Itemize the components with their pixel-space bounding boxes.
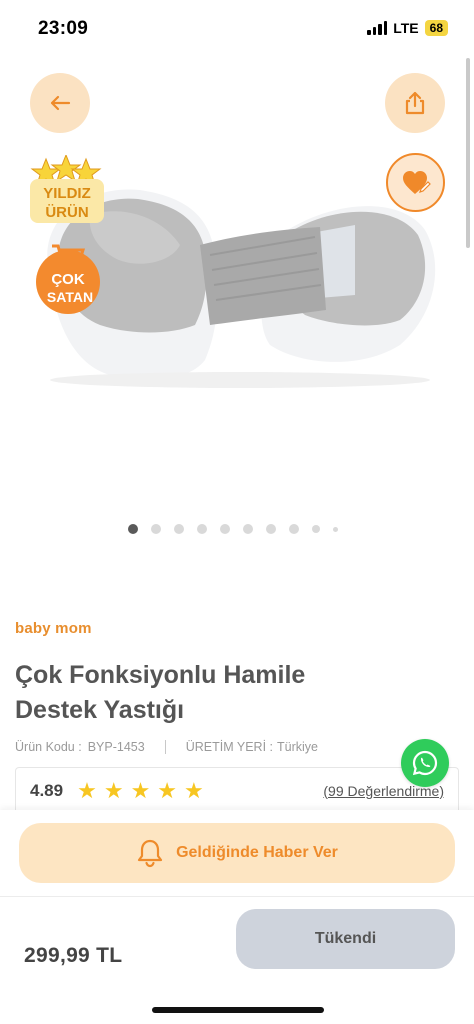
product-title: Çok Fonksiyonlu Hamile Destek Yastığı xyxy=(15,661,306,724)
home-indicator[interactable] xyxy=(152,1007,324,1013)
yildiz-urun-badge: YILDIZ ÜRÜN xyxy=(28,153,106,227)
price: 299,99 TL xyxy=(24,944,123,967)
carousel-dot[interactable] xyxy=(151,524,161,534)
product-code-label: Ürün Kodu : xyxy=(15,740,82,754)
sold-out-label: Tükendi xyxy=(314,930,377,947)
status-time: 23:09 xyxy=(38,18,89,39)
cok-satan-badge: ÇOK SATAN xyxy=(30,240,110,316)
back-button[interactable] xyxy=(30,73,90,133)
signal-icon xyxy=(367,21,388,35)
badge-star-line1: YILDIZ xyxy=(43,185,91,202)
star-icon: ★ xyxy=(77,777,97,803)
badge-star-line2: ÜRÜN xyxy=(45,204,88,221)
carousel-dot[interactable] xyxy=(220,524,230,534)
carousel-dot[interactable] xyxy=(266,524,276,534)
carousel-dot[interactable] xyxy=(243,524,253,534)
whatsapp-button[interactable] xyxy=(401,739,449,787)
bottom-action-panel: Geldiğinde Haber Ver 299,99 TL Tükendi xyxy=(0,810,474,1024)
battery-icon: 68 xyxy=(424,20,448,36)
badge-cok-line2: SATAN xyxy=(47,289,93,305)
origin-label: ÜRETİM YERİ : xyxy=(185,740,273,754)
star-icon: ★ xyxy=(130,777,151,803)
star-icon: ★ xyxy=(184,777,204,803)
heart-edit-icon xyxy=(402,170,431,194)
notify-when-available-button[interactable]: Geldiğinde Haber Ver xyxy=(19,823,455,883)
sold-out-button[interactable]: Tükendi xyxy=(236,909,455,969)
status-indicators: LTE 68 xyxy=(367,20,448,36)
star-icon: ★ xyxy=(103,777,124,803)
badge-cok-line1: ÇOK xyxy=(51,271,85,288)
share-icon xyxy=(405,91,425,115)
origin-value: Türkiye xyxy=(276,740,318,754)
meta-divider xyxy=(164,740,166,754)
carousel-dot[interactable] xyxy=(289,524,299,534)
scroll-indicator xyxy=(466,58,470,248)
share-button[interactable] xyxy=(385,73,445,133)
favorite-button[interactable] xyxy=(386,153,445,212)
carousel-dot[interactable] xyxy=(312,525,320,533)
brand-link[interactable]: baby mom xyxy=(15,620,92,637)
whatsapp-icon xyxy=(412,750,438,776)
arrow-left-icon xyxy=(50,95,71,111)
carousel-dot[interactable] xyxy=(174,524,184,534)
star-icon: ★ xyxy=(157,777,178,803)
carousel-dots[interactable] xyxy=(128,524,338,534)
product-meta: Ürün Kodu : BYP-1453 ÜRETİM YERİ : Türki… xyxy=(15,740,318,754)
bell-icon xyxy=(137,839,163,868)
rating-value: 4.89 xyxy=(30,780,64,800)
network-label: LTE xyxy=(393,20,419,36)
status-bar: 23:09 LTE 68 xyxy=(0,0,474,56)
product-code-value: BYP-1453 xyxy=(87,740,145,754)
carousel-dot[interactable] xyxy=(197,524,207,534)
carousel-dot[interactable] xyxy=(333,526,338,532)
carousel-dot[interactable] xyxy=(128,524,138,534)
divider xyxy=(0,896,474,897)
notify-label: Geldiğinde Haber Ver xyxy=(176,844,338,861)
rating-summary[interactable]: 4.89 ★ ★ ★ ★ ★ (99 Değerlendirme) xyxy=(15,767,459,813)
rating-stars: ★ ★ ★ ★ ★ xyxy=(77,777,204,803)
